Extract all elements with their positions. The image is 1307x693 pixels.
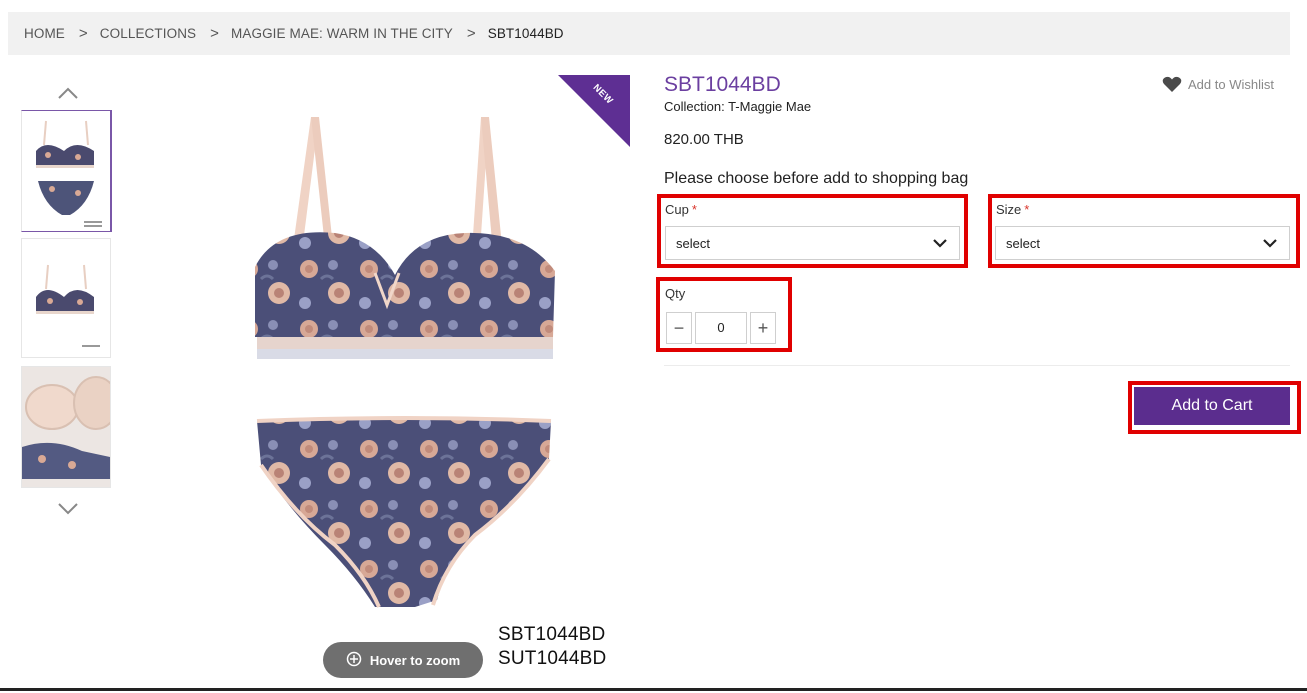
heart-icon [1162, 76, 1182, 92]
breadcrumb-separator-icon: > [466, 25, 476, 42]
breadcrumb-separator-icon: > [210, 25, 220, 42]
add-to-wishlist-link[interactable]: Add to Wishlist [1162, 76, 1274, 93]
style-code-bottom: SUT1044BD [498, 648, 607, 669]
thumbnail-up-icon[interactable] [55, 84, 81, 102]
breadcrumb-current: SBT1044BD [487, 26, 564, 41]
size-highlight-box [988, 194, 1300, 268]
thumbnail-bra[interactable] [21, 238, 111, 358]
bottom-divider [0, 688, 1307, 691]
breadcrumb-separator-icon: > [78, 25, 88, 42]
wishlist-label: Add to Wishlist [1188, 77, 1274, 92]
product-price: 820.00 THB [664, 131, 744, 148]
thumbnail-set[interactable] [21, 110, 112, 232]
thumbnail-detail[interactable] [21, 366, 111, 488]
zoom-label: Hover to zoom [369, 652, 461, 668]
product-collection: Collection: T-Maggie Mae [664, 99, 812, 114]
breadcrumb-collection[interactable]: MAGGIE MAE: WARM IN THE CITY [231, 26, 453, 41]
add-to-cart-highlight-box [1128, 381, 1301, 434]
thumbnail-down-icon[interactable] [55, 500, 81, 518]
style-code-top: SBT1044BD [498, 624, 606, 645]
zoom-icon [346, 651, 362, 670]
hover-to-zoom-button[interactable]: Hover to zoom [323, 642, 483, 678]
main-product-image[interactable] [175, 75, 630, 680]
qty-highlight-box [656, 277, 792, 352]
product-title: SBT1044BD [664, 73, 781, 96]
breadcrumb-collections[interactable]: COLLECTIONS [100, 26, 196, 41]
breadcrumb: HOME > COLLECTIONS > MAGGIE MAE: WARM IN… [8, 12, 1290, 55]
breadcrumb-home[interactable]: HOME [24, 26, 65, 41]
divider [664, 365, 1290, 366]
cup-highlight-box [657, 194, 968, 268]
selection-instructions: Please choose before add to shopping bag [664, 170, 969, 187]
